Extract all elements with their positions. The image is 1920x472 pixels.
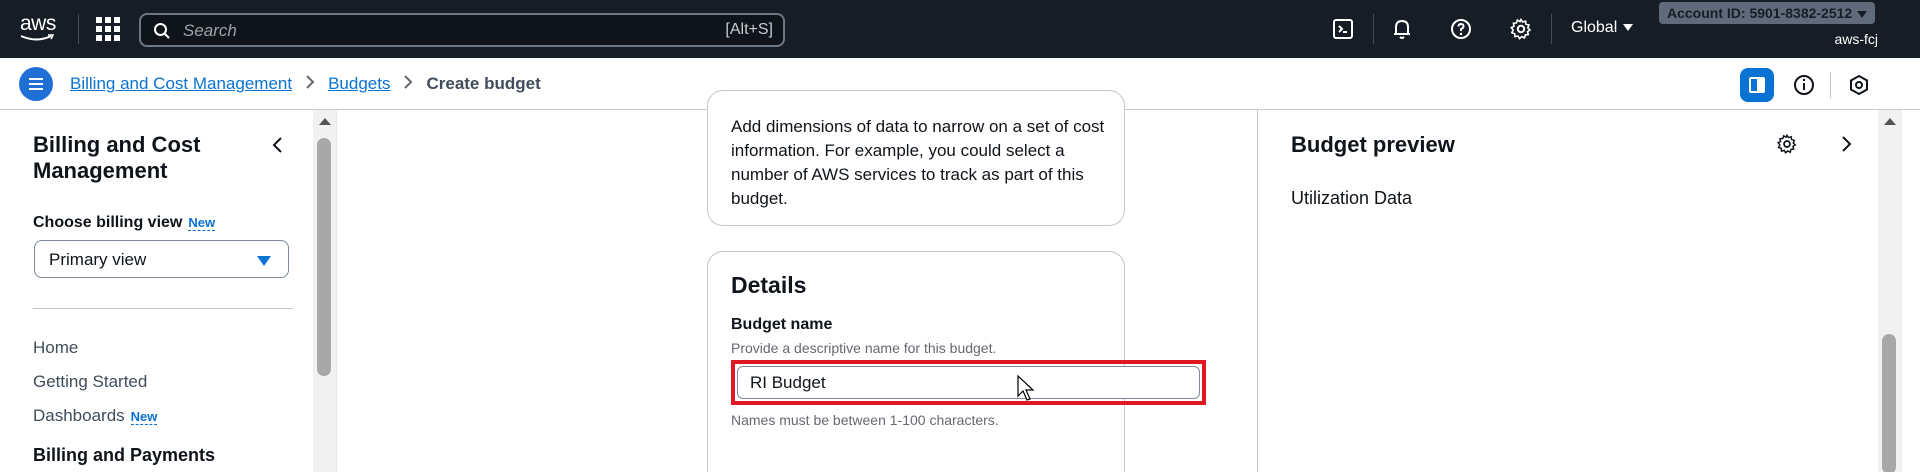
sidebar-item-getting-started[interactable]: Getting Started (33, 372, 147, 392)
scroll-up-arrow-icon[interactable] (319, 118, 331, 125)
budget-preview-title: Budget preview (1291, 132, 1455, 157)
scroll-up-arrow-icon[interactable] (1884, 118, 1896, 125)
split-panel-toggle-button[interactable] (1740, 68, 1774, 102)
panel-icon (1749, 77, 1765, 93)
new-badge[interactable]: New (188, 215, 216, 231)
details-heading: Details (731, 272, 807, 298)
navigation-menu-button[interactable] (19, 67, 53, 101)
billing-view-select[interactable]: Primary view (34, 240, 289, 278)
hexagon-settings-icon (1850, 74, 1868, 96)
new-badge[interactable]: New (130, 409, 158, 425)
aws-logo[interactable]: aws (20, 12, 58, 44)
top-navigation-bar: aws Search [Alt+S] Global Account ID: 59… (0, 0, 1920, 58)
breadcrumb-link-billing[interactable]: Billing and Cost Management (70, 74, 292, 94)
divider (78, 14, 79, 44)
divider (1551, 14, 1552, 44)
utilization-data-label: Utilization Data (1291, 188, 1413, 208)
budget-preview-panel: Budget preview Utilization Data (1257, 110, 1920, 472)
sidebar-section-billing-and-payments[interactable]: Billing and Payments (33, 445, 215, 466)
divider (1373, 14, 1374, 44)
divider (33, 308, 293, 309)
divider (1830, 72, 1831, 98)
sidebar-scrollbar[interactable] (313, 110, 336, 472)
preview-scrollbar[interactable] (1878, 110, 1902, 472)
scrollbar-thumb[interactable] (317, 138, 331, 376)
region-selector[interactable]: Global (1571, 19, 1634, 37)
info-button[interactable] (1787, 68, 1821, 102)
search-icon (154, 23, 170, 39)
account-menu[interactable]: Account ID: 5901-8382-2512 (1659, 2, 1876, 24)
help-icon[interactable] (1449, 17, 1473, 41)
chevron-right-icon (304, 74, 316, 94)
settings-gear-icon[interactable] (1509, 17, 1533, 41)
side-navigation-title[interactable]: Billing and Cost Management (33, 132, 263, 184)
breadcrumb-current: Create budget (426, 74, 541, 93)
billing-view-label: Choose billing view New (33, 214, 216, 231)
caret-down-icon (1623, 24, 1634, 32)
settings-button[interactable] (1842, 68, 1876, 102)
scrollbar-thumb[interactable] (1882, 334, 1896, 472)
aws-smile-icon (20, 34, 54, 41)
budget-name-constraint: Names must be between 1-100 characters. (731, 412, 999, 428)
filters-description: Add dimensions of data to narrow on a se… (731, 117, 1105, 208)
search-bar[interactable]: Search [Alt+S] (139, 13, 785, 47)
user-name[interactable]: aws-fcj (1834, 31, 1878, 47)
search-shortcut: [Alt+S] (725, 21, 773, 38)
highlight-box (731, 360, 1206, 405)
budget-name-input[interactable] (737, 366, 1200, 399)
sidebar-item-home[interactable]: Home (33, 338, 78, 358)
page-edge (1902, 110, 1920, 472)
chevron-left-icon[interactable] (268, 135, 288, 155)
services-menu-icon[interactable] (96, 17, 120, 41)
chevron-right-icon (402, 74, 414, 94)
budget-name-label: Budget name (731, 316, 833, 333)
chevron-right-icon[interactable] (1836, 134, 1856, 154)
caret-down-icon (257, 256, 271, 266)
main-content: Add dimensions of data to narrow on a se… (337, 90, 1257, 472)
breadcrumb: Billing and Cost Management Budgets Crea… (70, 74, 541, 94)
filters-container: Add dimensions of data to narrow on a se… (707, 90, 1125, 226)
cloudshell-icon[interactable] (1331, 17, 1355, 41)
info-icon (1794, 75, 1814, 95)
sidebar-item-dashboards[interactable]: Dashboards New (33, 406, 158, 426)
side-navigation: Billing and Cost Management Choose billi… (0, 110, 337, 472)
caret-down-icon (1857, 10, 1868, 18)
settings-gear-icon[interactable] (1776, 133, 1798, 155)
mouse-pointer-icon (1017, 375, 1035, 401)
notifications-bell-icon[interactable] (1390, 17, 1414, 41)
budget-name-description: Provide a descriptive name for this budg… (731, 340, 997, 356)
details-container: Details Budget name Provide a descriptiv… (707, 251, 1206, 472)
search-placeholder: Search (183, 21, 237, 40)
breadcrumb-link-budgets[interactable]: Budgets (328, 74, 390, 94)
